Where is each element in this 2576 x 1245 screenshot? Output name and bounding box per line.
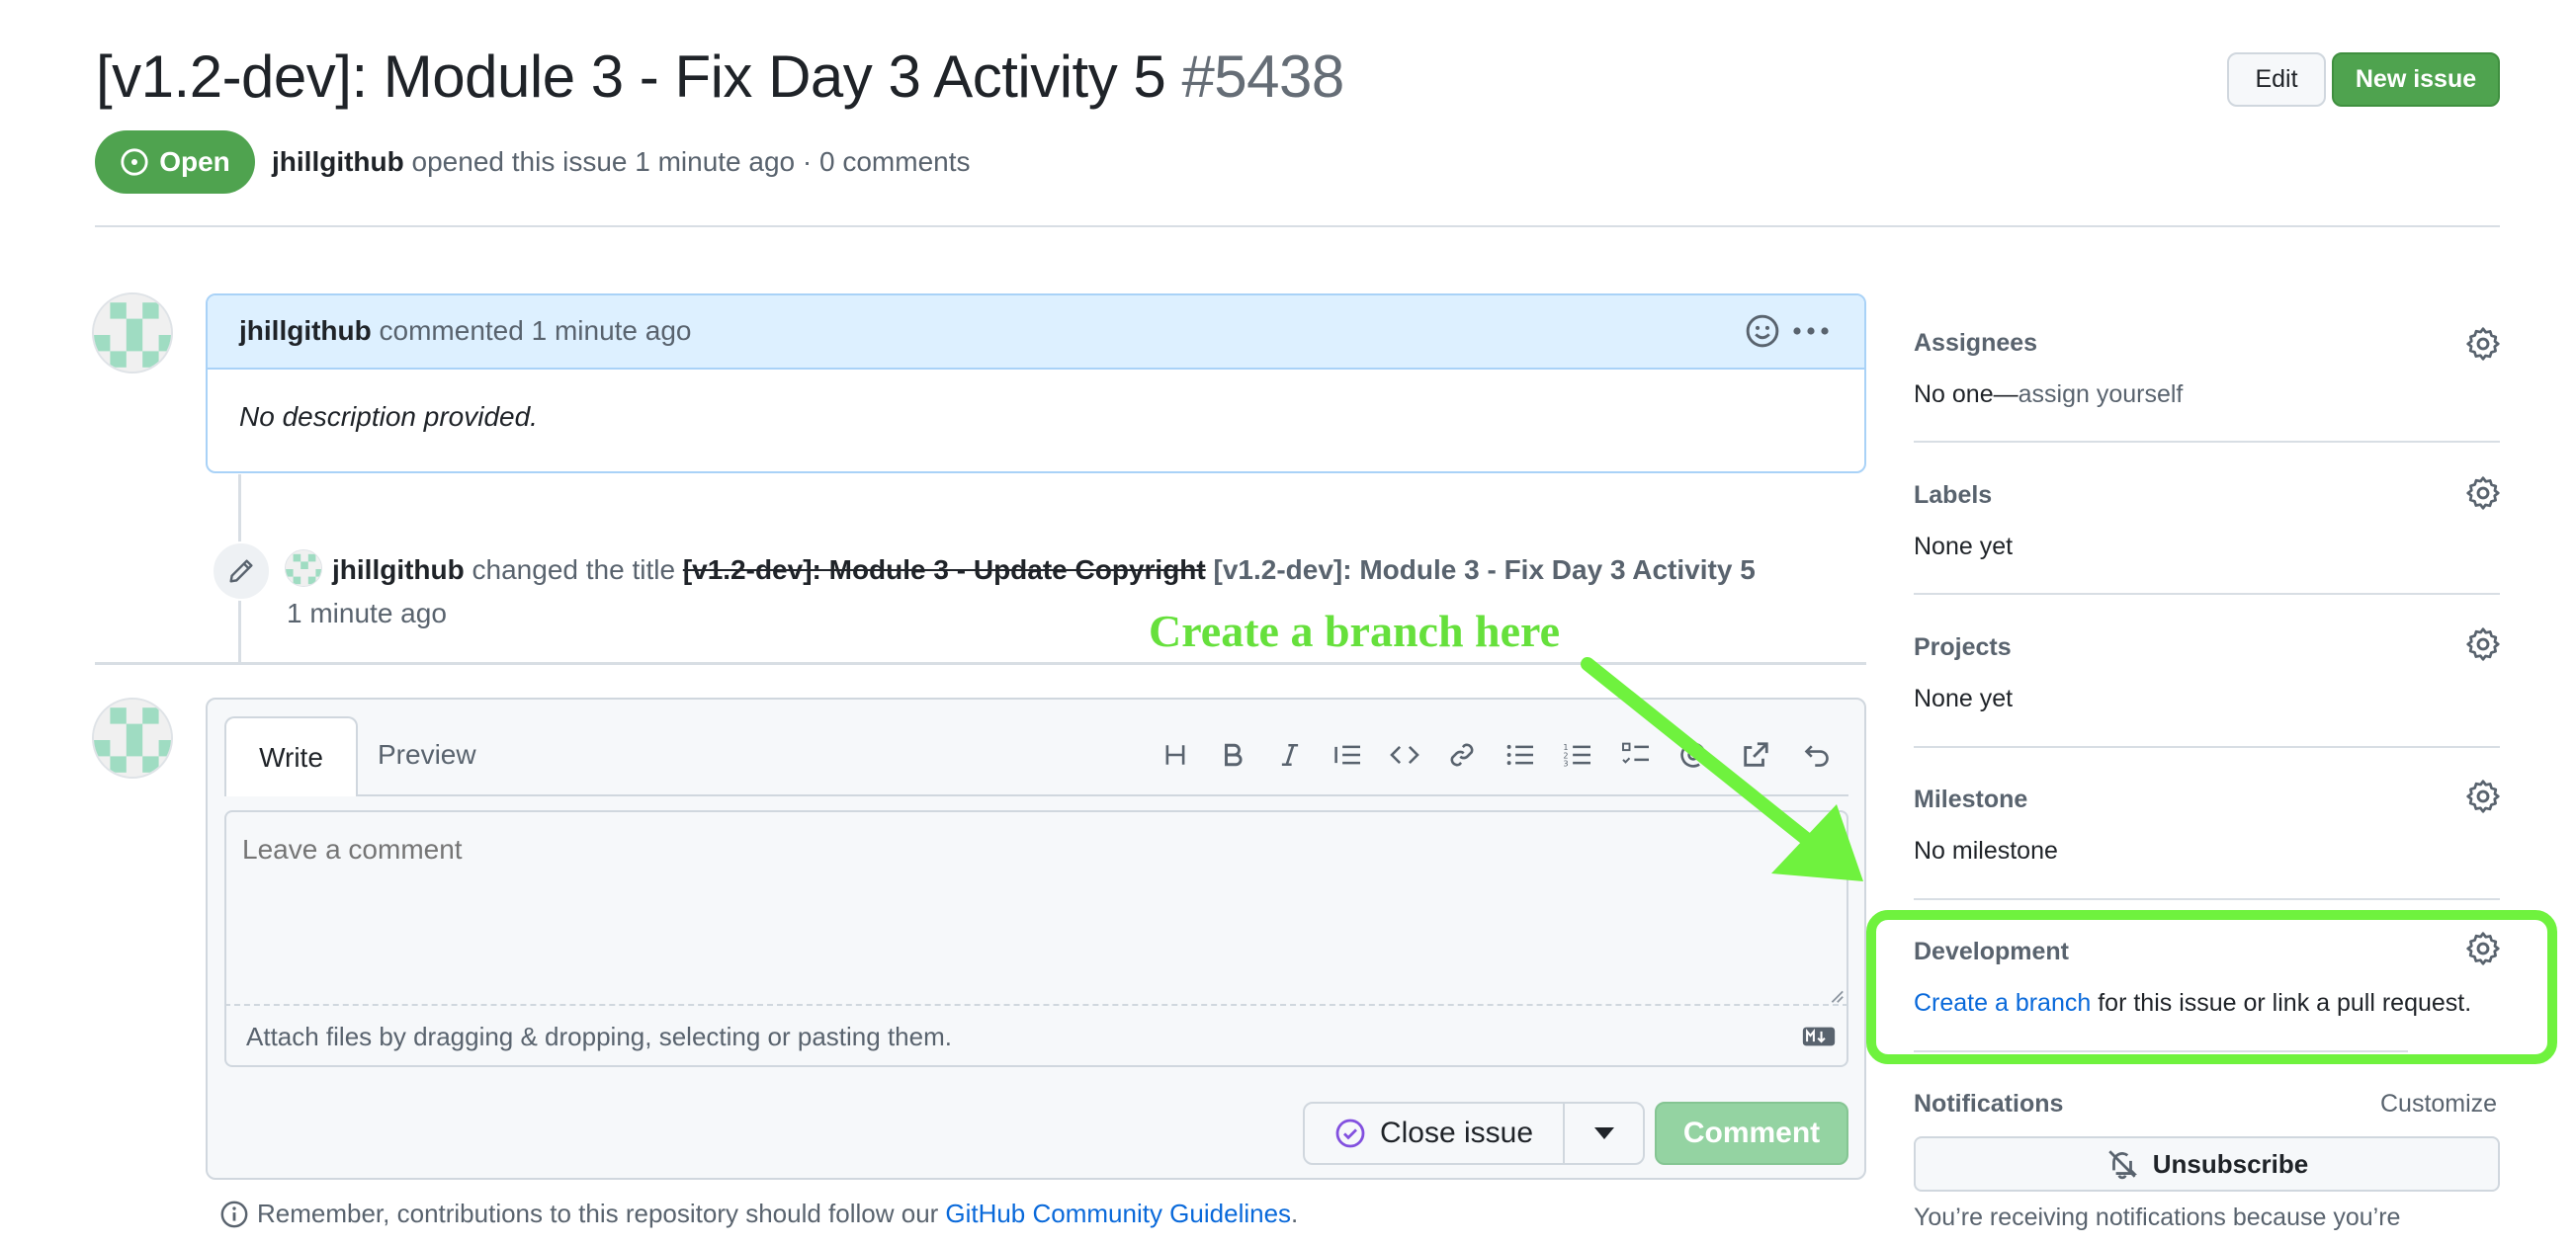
sidebar-divider — [1914, 441, 2500, 443]
status-label: Open — [159, 146, 230, 177]
tab-preview[interactable]: Preview — [378, 739, 476, 771]
comment-box: jhillgithub commented 1 minute ago — [206, 293, 1866, 473]
milestone-heading[interactable]: Milestone — [1914, 786, 2027, 814]
projects-value: None yet — [1914, 685, 2014, 712]
quote-icon[interactable] — [1328, 735, 1367, 775]
emoji-reaction-icon[interactable] — [1745, 313, 1780, 349]
issue-title: [v1.2-dev]: Module 3 - Fix Day 3 Activit… — [96, 43, 1166, 110]
gear-icon[interactable] — [2465, 779, 2501, 814]
attach-files-area[interactable]: Attach files by dragging & dropping, sel… — [224, 1006, 1848, 1067]
unsubscribe-button[interactable]: Unsubscribe — [1914, 1136, 2500, 1192]
edit-button[interactable]: Edit — [2227, 52, 2326, 107]
kebab-menu-icon[interactable] — [1791, 313, 1831, 349]
guidelines-suffix: . — [1291, 1199, 1299, 1228]
markdown-icon[interactable] — [1802, 1026, 1836, 1047]
labels-value: None yet — [1914, 533, 2014, 560]
assignees-none: No one— — [1914, 380, 2018, 408]
resize-handle-icon[interactable] — [1827, 986, 1845, 1004]
comment-header: jhillgithub commented 1 minute ago — [208, 295, 1864, 370]
labels-heading[interactable]: Labels — [1914, 481, 1992, 510]
guidelines-text: Remember, contributions to this reposito… — [257, 1199, 939, 1228]
close-issue-button[interactable]: Close issue — [1303, 1102, 1565, 1165]
annotation-highlight-box — [1866, 910, 2557, 1064]
annotation-label: Create a branch here — [1149, 606, 1561, 656]
gear-icon[interactable] — [2465, 326, 2501, 362]
notifications-reason: You’re receiving notifications because y… — [1914, 1204, 2401, 1231]
timeline-badge — [212, 541, 271, 601]
guidelines-note: Remember, contributions to this reposito… — [219, 1199, 1298, 1229]
code-icon[interactable] — [1385, 735, 1424, 775]
projects-heading[interactable]: Projects — [1914, 633, 2012, 662]
timeline-time[interactable]: 1 minute ago — [287, 598, 447, 628]
timeline-old-title: [v1.2-dev]: Module 3 - Update Copyright — [682, 554, 1206, 585]
info-icon — [220, 1201, 248, 1227]
current-user-avatar[interactable] — [92, 698, 173, 779]
close-issue-label: Close issue — [1379, 1117, 1534, 1149]
close-issue-dropdown-button[interactable] — [1563, 1102, 1645, 1165]
annotation-arrow-icon — [1581, 657, 1863, 881]
bold-icon[interactable] — [1213, 735, 1252, 775]
guidelines-link[interactable]: GitHub Community Guidelines — [945, 1199, 1291, 1229]
new-issue-button[interactable]: New issue — [2332, 52, 2500, 107]
issue-author-link[interactable]: jhillgithub — [272, 146, 404, 177]
unsubscribe-label: Unsubscribe — [2152, 1148, 2309, 1179]
sidebar-divider — [1914, 593, 2500, 595]
pencil-icon — [229, 559, 253, 583]
assign-yourself-link[interactable]: assign yourself — [2018, 380, 2184, 408]
issue-meta: jhillgithub opened this issue 1 minute a… — [272, 146, 971, 178]
avatar[interactable] — [92, 292, 173, 374]
comment-meta: commented 1 minute ago — [379, 315, 692, 346]
check-circle-icon — [1335, 1119, 1365, 1148]
issue-number: #5438 — [1181, 43, 1344, 110]
header-divider — [95, 225, 2500, 227]
comment-body: No description provided. — [239, 401, 538, 432]
chevron-down-icon — [1593, 1127, 1614, 1139]
issue-opened-text: opened this issue 1 minute ago · 0 comme… — [411, 146, 971, 177]
issue-open-icon — [121, 148, 148, 176]
italic-icon[interactable] — [1270, 735, 1310, 775]
attach-files-text: Attach files by dragging & dropping, sel… — [246, 1022, 952, 1051]
page-title: [v1.2-dev]: Module 3 - Fix Day 3 Activit… — [96, 36, 1344, 119]
customize-link[interactable]: Customize — [2380, 1090, 2497, 1119]
assignees-heading[interactable]: Assignees — [1914, 329, 2037, 358]
milestone-value: No milestone — [1914, 837, 2058, 865]
comment-button[interactable]: Comment — [1655, 1102, 1848, 1165]
link-icon[interactable] — [1442, 735, 1482, 775]
assignees-value: No one—assign yourself — [1914, 380, 2183, 409]
timeline-event: jhillgithub changed the title [v1.2-dev]… — [287, 548, 1868, 635]
tab-write[interactable]: Write — [224, 716, 358, 796]
gear-icon[interactable] — [2465, 626, 2501, 662]
notifications-heading: Notifications — [1914, 1090, 2064, 1118]
sidebar-divider — [1914, 898, 2500, 900]
bulleted-list-icon[interactable] — [1501, 735, 1540, 775]
sidebar-divider — [1914, 746, 2500, 748]
heading-icon[interactable] — [1156, 735, 1195, 775]
timeline-new-title: [v1.2-dev]: Module 3 - Fix Day 3 Activit… — [1213, 554, 1756, 585]
bell-slash-icon — [2108, 1150, 2137, 1180]
timeline-author-link[interactable]: jhillgithub — [332, 554, 465, 585]
comment-author-link[interactable]: jhillgithub — [239, 315, 372, 346]
timeline-action: changed the title — [472, 554, 676, 585]
status-badge: Open — [95, 130, 255, 194]
gear-icon[interactable] — [2465, 475, 2501, 511]
svg-text:3: 3 — [1563, 758, 1568, 768]
